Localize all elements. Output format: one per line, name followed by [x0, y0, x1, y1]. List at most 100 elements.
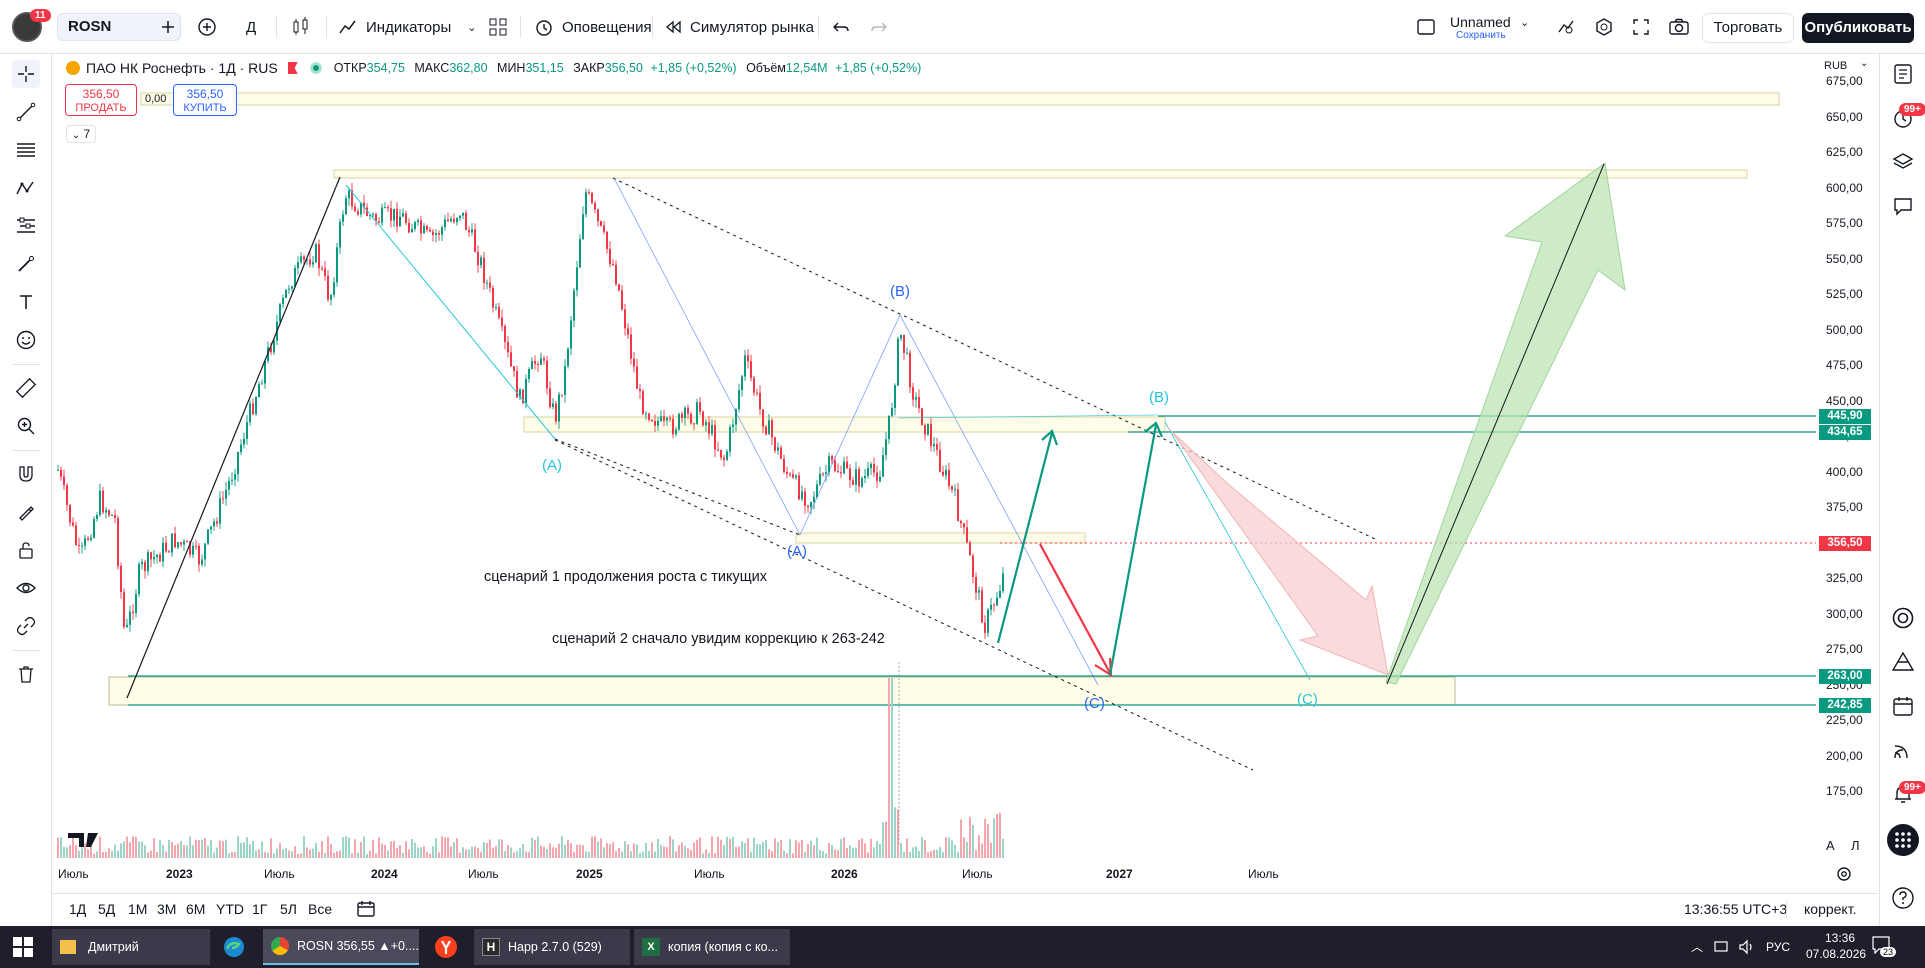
timeframe-button[interactable]: 3М	[157, 901, 176, 917]
volume-bar	[567, 840, 569, 858]
candle-body	[642, 391, 644, 415]
market-status-icon	[309, 62, 322, 74]
timeframe-button[interactable]: 1М	[128, 901, 147, 917]
yandex-browser-icon[interactable]	[434, 935, 458, 964]
volume-bar	[60, 837, 62, 858]
price-axis-label: 300,00	[1826, 606, 1863, 621]
volume-bar	[969, 816, 971, 858]
volume-bar	[834, 849, 836, 858]
volume-bar	[240, 842, 242, 858]
clock-time[interactable]: 13:36	[1812, 931, 1868, 945]
language-indicator[interactable]: РУС	[1766, 940, 1790, 954]
timeframe-button[interactable]: 1Д	[69, 901, 86, 917]
candle-body	[444, 219, 446, 228]
sell-button[interactable]: 356,50 ПРОДАТЬ	[65, 84, 137, 116]
volume-bar	[318, 851, 320, 858]
taskbar-item-chrome[interactable]: ROSN 356,55 ▲+0....	[263, 929, 419, 965]
time-axis-label: Июль	[962, 867, 993, 881]
flag-icon[interactable]	[287, 62, 298, 74]
candle-body	[504, 326, 506, 342]
clock-time[interactable]: 13:36:55 UTC+3	[1684, 901, 1787, 917]
volume-bar	[717, 836, 719, 858]
candle-body	[297, 262, 299, 268]
taskbar-item-explorer[interactable]: Дмитрий	[52, 929, 210, 965]
volume-bar	[195, 839, 197, 858]
candle-body	[66, 485, 68, 505]
volume-bar	[981, 843, 983, 858]
windows-start-icon[interactable]	[13, 937, 33, 962]
candle-body	[645, 413, 647, 415]
wave-label-b-cyan[interactable]: (B)	[1149, 389, 1169, 406]
candle-body	[927, 423, 929, 435]
volume-bar	[162, 845, 164, 858]
timeframe-button[interactable]: 1Г	[252, 901, 267, 917]
candle-body	[261, 383, 263, 385]
candle-body	[579, 239, 581, 268]
chart-settings-gear-icon[interactable]	[1836, 866, 1852, 887]
candle-body	[87, 538, 89, 540]
volume-bar	[174, 845, 176, 858]
volume-bar	[630, 851, 632, 858]
wave-label-b-blue[interactable]: (B)	[890, 283, 910, 300]
volume-bar	[921, 837, 923, 858]
volume-bar	[609, 844, 611, 858]
legend-title[interactable]: ПАО НК Роснефть · 1Д · RUS	[86, 60, 278, 76]
volume-bar	[720, 839, 722, 858]
timeframe-button[interactable]: 5Л	[280, 901, 297, 917]
auto-scale-button[interactable]: А	[1826, 838, 1835, 853]
price-axis[interactable]: RUB ⌄ 675,00 650,00 625,00 600,00 575,00 550,…	[1816, 54, 1878, 860]
log-scale-button[interactable]: Л	[1851, 838, 1860, 853]
scenario-2-text[interactable]: сценарий 2 сначало увидим коррекцию к 26…	[552, 631, 885, 647]
candle-body	[255, 397, 257, 415]
wave-label-a-cyan[interactable]: (A)	[542, 457, 562, 474]
price-chart[interactable]	[0, 0, 1925, 968]
timeframe-button[interactable]: 5Д	[98, 901, 115, 917]
volume-bar	[324, 852, 326, 858]
volume-bar	[93, 853, 95, 858]
taskbar-item-excel[interactable]: X копия (копия с ко...	[634, 929, 790, 965]
edge-browser-icon[interactable]	[222, 935, 246, 964]
volume-bar	[930, 851, 932, 858]
volume-bar	[543, 846, 545, 858]
volume-bar	[486, 842, 488, 858]
price-axis-label: 550,00	[1826, 251, 1863, 266]
calendar-range-icon[interactable]	[356, 900, 376, 923]
taskbar-item-happ[interactable]: H Happ 2.7.0 (529)	[474, 929, 630, 965]
timeframe-button[interactable]: YTD	[216, 901, 244, 917]
wave-label-c-cyan[interactable]: (C)	[1297, 691, 1318, 708]
adjust-toggle[interactable]: коррект.	[1804, 901, 1856, 917]
volume-bar	[789, 839, 791, 858]
wave-label-a-blue[interactable]: (A)	[787, 543, 807, 560]
candle-body	[819, 473, 821, 485]
volume-bar	[237, 836, 239, 858]
price-axis-label: 325,00	[1826, 571, 1863, 585]
indicators-collapse-toggle[interactable]: ⌄ 7	[66, 125, 96, 143]
scenario-1-text[interactable]: сценарий 1 продолжения роста с тикущих	[484, 569, 767, 585]
candle-body	[714, 425, 716, 450]
speaker-icon[interactable]	[1738, 939, 1756, 960]
sell-price: 356,50	[82, 87, 120, 101]
volume-bar	[615, 851, 617, 858]
volume-bar	[1002, 838, 1004, 858]
timeframe-button[interactable]: 6М	[186, 901, 205, 917]
volume-bar	[489, 839, 491, 858]
candle-body	[903, 334, 905, 353]
chevron-down-icon[interactable]: ⌄	[1860, 58, 1868, 69]
volume-bar	[660, 845, 662, 858]
currency-selector[interactable]: RUB	[1824, 60, 1847, 72]
tray-chevron-up-icon[interactable]: ︿	[1691, 938, 1703, 955]
excel-icon: X	[642, 938, 660, 956]
candle-body	[183, 541, 185, 545]
buy-button[interactable]: 356,50 КУПИТЬ	[173, 84, 237, 116]
volume-bar	[672, 839, 674, 858]
volume-bar	[69, 844, 71, 858]
timeframe-button[interactable]: Все	[308, 901, 332, 917]
network-icon[interactable]	[1714, 940, 1730, 959]
wave-label-c-blue[interactable]: (C)	[1084, 695, 1105, 712]
candle-body	[897, 338, 899, 386]
candle-body	[801, 491, 803, 500]
candle-body	[342, 214, 344, 222]
candle-body	[843, 461, 845, 474]
clock-date[interactable]: 07.08.2026	[1806, 947, 1866, 961]
volume-bar	[594, 836, 596, 858]
